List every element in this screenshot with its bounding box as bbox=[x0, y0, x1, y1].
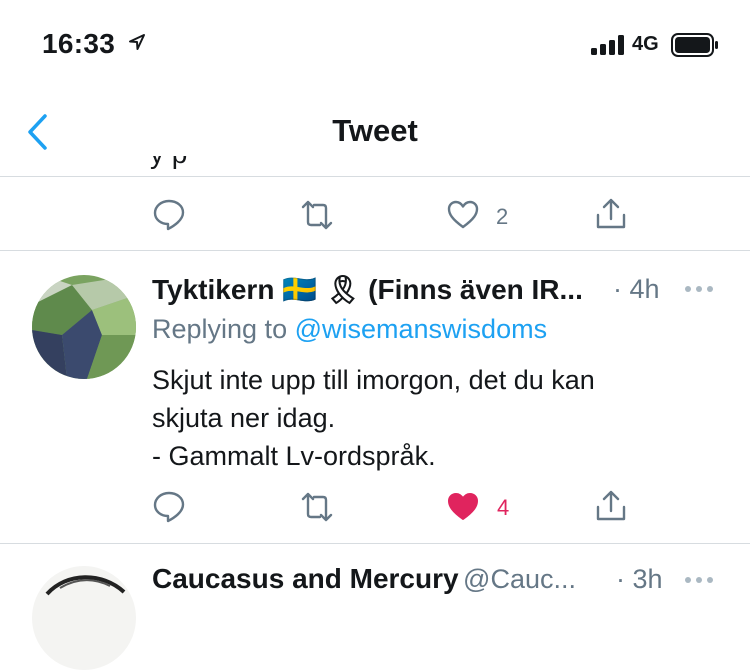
status-time: 16:33 bbox=[42, 28, 116, 59]
tweet-text-line: - Gammalt Lv-ordspråk. bbox=[152, 441, 436, 471]
previous-tweet-partial: y p bbox=[150, 156, 187, 170]
avatar[interactable] bbox=[32, 275, 136, 379]
share-icon[interactable] bbox=[594, 197, 628, 231]
tweet-time: · 4h bbox=[613, 274, 660, 304]
signal-bars-icon bbox=[591, 35, 624, 55]
tweet-divider bbox=[0, 250, 750, 251]
next-tweet-header: Caucasus and Mercury @Cauc... bbox=[152, 563, 576, 595]
retweet-icon[interactable] bbox=[300, 198, 334, 232]
replying-to: Replying to @wisemanswisdoms bbox=[152, 314, 547, 345]
like-count: 4 bbox=[497, 495, 510, 520]
like-count: 2 bbox=[496, 204, 509, 229]
replying-handle-link[interactable]: @wisemanswisdoms bbox=[295, 314, 547, 344]
share-icon[interactable] bbox=[594, 489, 628, 523]
like-icon[interactable] bbox=[446, 198, 480, 232]
tweet-divider bbox=[0, 543, 750, 544]
display-name[interactable]: Tyktikern 🇸🇪 🎗 (Finns även IR... bbox=[152, 273, 583, 306]
tweet-text-line: Skjut inte upp till imorgon, det du kan bbox=[152, 365, 595, 395]
nav-divider bbox=[0, 176, 750, 177]
reply-icon[interactable] bbox=[152, 198, 186, 232]
previous-tweet-text: y p bbox=[150, 156, 750, 176]
tweet-text-line: skjuta ner idag. bbox=[152, 403, 336, 433]
location-arrow-icon bbox=[129, 34, 145, 50]
page-title: Tweet bbox=[332, 113, 418, 148]
replying-prefix: Replying to bbox=[152, 314, 288, 344]
display-name[interactable]: Caucasus and Mercury bbox=[152, 563, 459, 594]
tweet-time: · 3h bbox=[616, 564, 663, 594]
camo-flag-avatar-image bbox=[32, 275, 136, 379]
retweet-icon[interactable] bbox=[300, 490, 334, 524]
more-options-icon[interactable] bbox=[684, 576, 714, 584]
user-handle: @Cauc... bbox=[463, 564, 576, 594]
sketch-avatar-image bbox=[32, 566, 136, 670]
network-type: 4G bbox=[632, 33, 659, 55]
liked-heart-icon[interactable] bbox=[446, 490, 480, 524]
more-options-icon[interactable] bbox=[684, 285, 714, 293]
reply-icon[interactable] bbox=[152, 490, 186, 524]
avatar[interactable] bbox=[32, 566, 136, 670]
battery-icon bbox=[671, 33, 718, 57]
